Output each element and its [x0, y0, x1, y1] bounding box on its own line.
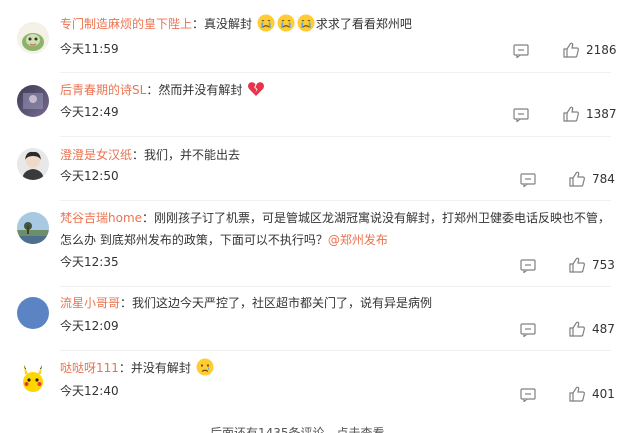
avatar[interactable] [17, 148, 49, 180]
like-count: 401 [592, 387, 615, 401]
comment-username[interactable]: 专门制造麻烦的皇下陛上 [60, 17, 192, 31]
colon-separator: ： [120, 296, 133, 310]
comment-text: 流星小哥哥：我们这边今天严控了，社区超市都关门了，说有异是病例 [60, 292, 614, 314]
comment-body: 刚刚孩子订了机票，可是管城区龙湖冠寓说没有解封，打郑州卫健委电话反映也不管， [154, 211, 611, 225]
comment-time: 今天12:40 [60, 384, 119, 398]
reply-icon[interactable] [520, 387, 536, 403]
comment-text: 梵谷吉瑞home：刚刚孩子订了机票，可是管城区龙湖冠寓说没有解封，打郑州卫健委电… [60, 207, 614, 229]
reply-icon[interactable] [513, 107, 529, 123]
comment-text: 后青春期的诗SL：然而并没有解封 [60, 79, 614, 105]
more-comments-link[interactable]: 后面还有1435条评论，点击查看 [210, 424, 385, 433]
reply-icon[interactable] [520, 322, 536, 338]
comment-body: 真没解封 [204, 17, 253, 31]
avatar-image [17, 22, 49, 54]
avatar[interactable] [17, 22, 49, 54]
crying-face-icon [277, 14, 295, 39]
colon-separator: ： [146, 83, 159, 97]
like-count: 753 [592, 258, 615, 272]
thumbs-up-icon [563, 42, 579, 58]
comment-username[interactable]: 梵谷吉瑞home [60, 211, 142, 225]
divider [60, 350, 611, 351]
comment-time: 今天12:49 [60, 105, 119, 119]
comment-body: 然而并没有解封 [158, 83, 243, 97]
colon-separator: ： [118, 361, 131, 375]
avatar-image [17, 362, 49, 394]
comment-username[interactable]: 哒哒呀111 [60, 361, 119, 375]
comment-body: 我们，并不能出去 [144, 148, 241, 162]
like-count: 2186 [586, 43, 617, 57]
like-count: 1387 [586, 107, 617, 121]
comment-username[interactable]: 后青春期的诗SL [60, 83, 146, 97]
avatar-image [17, 212, 49, 244]
avatar-image [17, 148, 49, 180]
avatar[interactable] [17, 297, 49, 329]
comment-body-tail: 求求了看看郑州吧 [315, 17, 412, 31]
comment-text-line2: 怎么办 到底郑州发布的政策，下面可以不执行吗？@郑州发布 [60, 229, 614, 251]
comment-time: 今天12:50 [60, 169, 119, 183]
crying-face-icon [297, 14, 315, 39]
colon-separator: ： [192, 17, 205, 31]
thumbs-up-icon [569, 321, 585, 337]
mention-link[interactable]: @郑州发布 [328, 233, 388, 247]
sad-face-icon [196, 358, 214, 383]
comment-body: 并没有解封 [130, 361, 191, 375]
comment-time: 今天11:59 [60, 42, 119, 56]
divider [60, 136, 611, 137]
reply-icon[interactable] [520, 258, 536, 274]
comment-text: 澄澄是女汉纸：我们，并不能出去 [60, 144, 614, 166]
avatar[interactable] [17, 362, 49, 394]
avatar-image [17, 85, 49, 117]
thumbs-up-icon [563, 106, 579, 122]
colon-separator: ： [132, 148, 145, 162]
like-count: 487 [592, 322, 615, 336]
avatar-image [17, 297, 49, 329]
comment-list: 专门制造麻烦的皇下陛上：真没解封 求求了看看郑州吧 今天11:59 2186 后… [0, 0, 626, 433]
avatar[interactable] [17, 85, 49, 117]
comment-time: 今天12:09 [60, 319, 119, 333]
comment-username[interactable]: 流星小哥哥 [60, 296, 120, 310]
divider [60, 286, 611, 287]
divider [60, 200, 611, 201]
comment-username[interactable]: 澄澄是女汉纸 [60, 148, 132, 162]
colon-separator: ： [142, 211, 155, 225]
comment-text: 专门制造麻烦的皇下陛上：真没解封 求求了看看郑州吧 [60, 13, 614, 39]
avatar[interactable] [17, 212, 49, 244]
comment-text: 哒哒呀111：并没有解封 [60, 357, 614, 383]
comment-time: 今天12:35 [60, 255, 119, 269]
broken-heart-icon [247, 80, 265, 105]
comment-body-cont: 怎么办 到底郑州发布的政策，下面可以不执行吗？ [60, 233, 328, 247]
comment-body: 我们这边今天严控了，社区超市都关门了，说有异是病例 [132, 296, 433, 310]
thumbs-up-icon [569, 386, 585, 402]
like-count: 784 [592, 172, 615, 186]
crying-face-icon [257, 14, 275, 39]
thumbs-up-icon [569, 257, 585, 273]
reply-icon[interactable] [520, 172, 536, 188]
thumbs-up-icon [569, 171, 585, 187]
reply-icon[interactable] [513, 43, 529, 59]
divider [60, 72, 611, 73]
